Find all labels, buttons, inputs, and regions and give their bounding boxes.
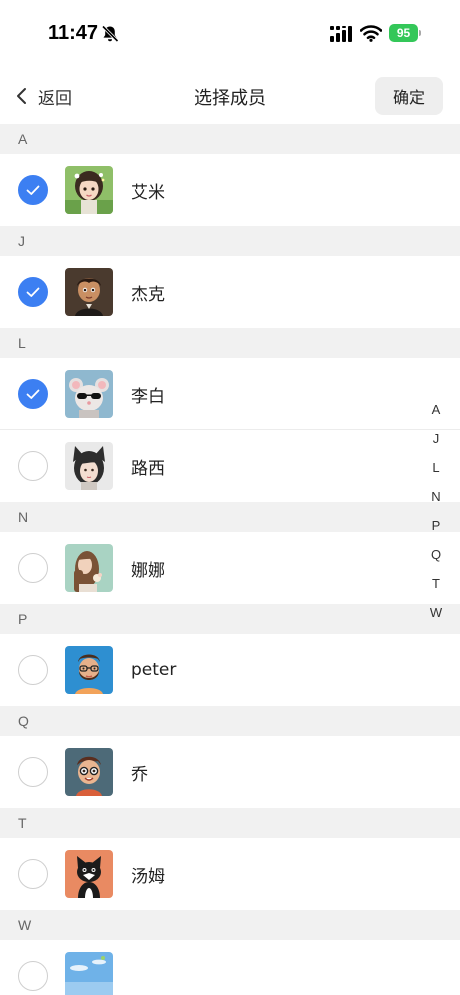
checkbox-unchecked[interactable]	[18, 757, 48, 787]
contact-name: 艾米	[131, 182, 165, 203]
sky-avatar	[65, 952, 113, 995]
battery-tip	[419, 30, 421, 36]
nav-bar: 返回 选择成员 确定	[0, 68, 460, 124]
cat-ear-girl-avatar	[65, 442, 113, 490]
contact-row[interactable]: 杰克	[0, 256, 460, 328]
section-header-l: L	[0, 328, 460, 358]
contact-row[interactable]: peter	[0, 634, 460, 706]
contact-row[interactable]: 汤姆	[0, 838, 460, 910]
section-header-t: T	[0, 808, 460, 838]
index-letter-n[interactable]: N	[425, 482, 447, 511]
mouse-sunglasses-avatar	[65, 370, 113, 418]
checkmark-icon	[26, 287, 40, 297]
back-label: 返回	[38, 88, 72, 109]
wifi-icon	[360, 25, 382, 42]
status-bar: 11:47 95	[0, 0, 460, 68]
confirm-button[interactable]: 确定	[375, 77, 443, 115]
contact-name: 娜娜	[131, 560, 165, 581]
checkbox-checked[interactable]	[18, 379, 48, 409]
status-time: 11:47	[48, 22, 99, 44]
index-letter-j[interactable]: J	[425, 424, 447, 453]
contact-row[interactable]: 路西	[0, 430, 460, 502]
checkbox-unchecked[interactable]	[18, 961, 48, 991]
checkbox-unchecked[interactable]	[18, 859, 48, 889]
black-cat-avatar	[65, 850, 113, 898]
index-letter-t[interactable]: T	[425, 569, 447, 598]
checkbox-checked[interactable]	[18, 175, 48, 205]
chevron-left-icon	[17, 88, 26, 104]
avatar	[65, 442, 113, 490]
glasses-boy-avatar	[65, 748, 113, 796]
back-button[interactable]: 返回	[12, 80, 72, 112]
bearded-man-avatar	[65, 646, 113, 694]
contact-name: 路西	[131, 458, 165, 479]
contact-name: 汤姆	[131, 866, 165, 887]
bell-slash-icon	[101, 25, 119, 43]
checkbox-checked[interactable]	[18, 277, 48, 307]
checkbox-unchecked[interactable]	[18, 451, 48, 481]
section-header-n: N	[0, 502, 460, 532]
battery-indicator: 95	[389, 24, 421, 42]
avatar	[65, 646, 113, 694]
section-header-a: A	[0, 124, 460, 154]
index-letter-w[interactable]: W	[425, 598, 447, 627]
section-header-q: Q	[0, 706, 460, 736]
avatar	[65, 952, 113, 995]
contact-list[interactable]: A 艾米 J 杰克 L 李白路西 N 娜娜 Ppeter Q 乔 T 汤姆 W	[0, 124, 460, 995]
contact-row[interactable]: 娜娜	[0, 532, 460, 604]
section-header-w: W	[0, 910, 460, 940]
index-letter-a[interactable]: A	[425, 395, 447, 424]
index-letter-p[interactable]: P	[425, 511, 447, 540]
checkbox-unchecked[interactable]	[18, 655, 48, 685]
contact-name: peter	[131, 660, 177, 680]
contact-row[interactable]: 李白	[0, 358, 460, 430]
avatar	[65, 748, 113, 796]
signal-icon	[330, 26, 352, 42]
section-header-j: J	[0, 226, 460, 256]
avatar	[65, 850, 113, 898]
long-hair-girl-avatar	[65, 544, 113, 592]
boy-avatar	[65, 268, 113, 316]
alphabet-index[interactable]: AJLNPQTW	[425, 395, 447, 627]
index-letter-l[interactable]: L	[425, 453, 447, 482]
contact-name: 杰克	[131, 284, 165, 305]
girl-flowers-avatar	[65, 166, 113, 214]
checkmark-icon	[26, 185, 40, 195]
contact-row[interactable]: 乔	[0, 736, 460, 808]
contact-row[interactable]: 艾米	[0, 154, 460, 226]
avatar	[65, 268, 113, 316]
contact-row[interactable]	[0, 940, 460, 995]
checkmark-icon	[26, 389, 40, 399]
section-header-p: P	[0, 604, 460, 634]
avatar	[65, 166, 113, 214]
avatar	[65, 370, 113, 418]
avatar	[65, 544, 113, 592]
checkbox-unchecked[interactable]	[18, 553, 48, 583]
index-letter-q[interactable]: Q	[425, 540, 447, 569]
contact-name: 李白	[131, 386, 165, 407]
contact-name: 乔	[131, 764, 148, 785]
battery-level: 95	[389, 24, 418, 42]
